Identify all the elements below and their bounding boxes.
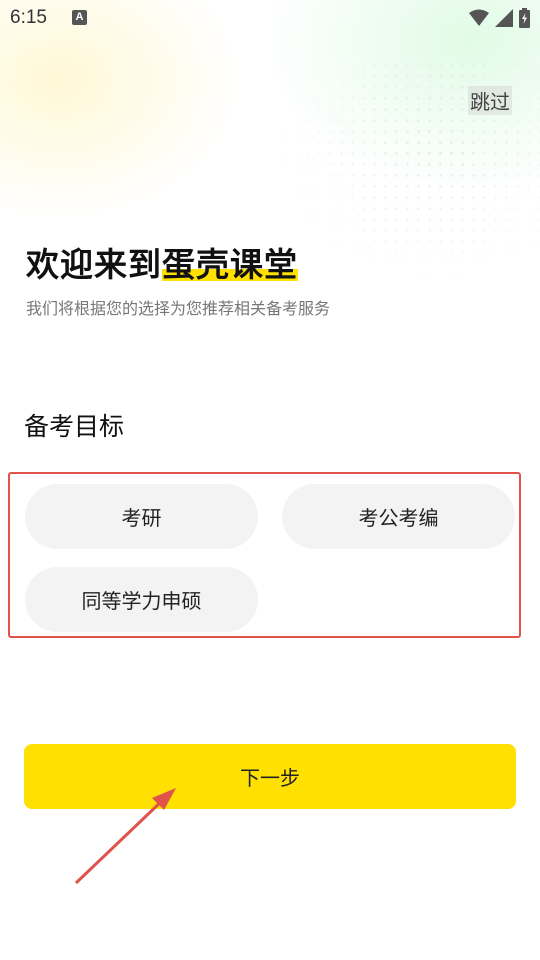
goal-section-title: 备考目标 [24,412,125,441]
option-label: 同等学力申硕 [81,589,202,613]
next-step-button[interactable]: 下一步 [24,744,516,809]
next-step-label: 下一步 [240,766,300,790]
welcome-title: 欢迎来到蛋壳课堂 [26,238,298,286]
cell-signal-icon [495,9,513,27]
option-civil-service-button[interactable]: 考公考编 [282,484,515,549]
option-equivalent-degree-button[interactable]: 同等学力申硕 [25,567,258,632]
status-bar: 6:15 A [0,0,540,36]
battery-icon [519,8,530,28]
notification-a-icon: A [72,10,87,25]
welcome-title-prefix: 欢迎来到 [26,245,162,284]
brand-name-highlight: 蛋壳课堂 [162,245,298,284]
option-label: 考研 [121,506,162,530]
option-label: 考公考编 [358,506,439,530]
wifi-icon [469,9,489,26]
welcome-subtitle: 我们将根据您的选择为您推荐相关备考服务 [26,299,331,318]
status-time: 6:15 [10,7,47,28]
option-kaoyan-button[interactable]: 考研 [25,484,258,549]
skip-button[interactable]: 跳过 [468,86,512,115]
status-icons [469,8,530,28]
